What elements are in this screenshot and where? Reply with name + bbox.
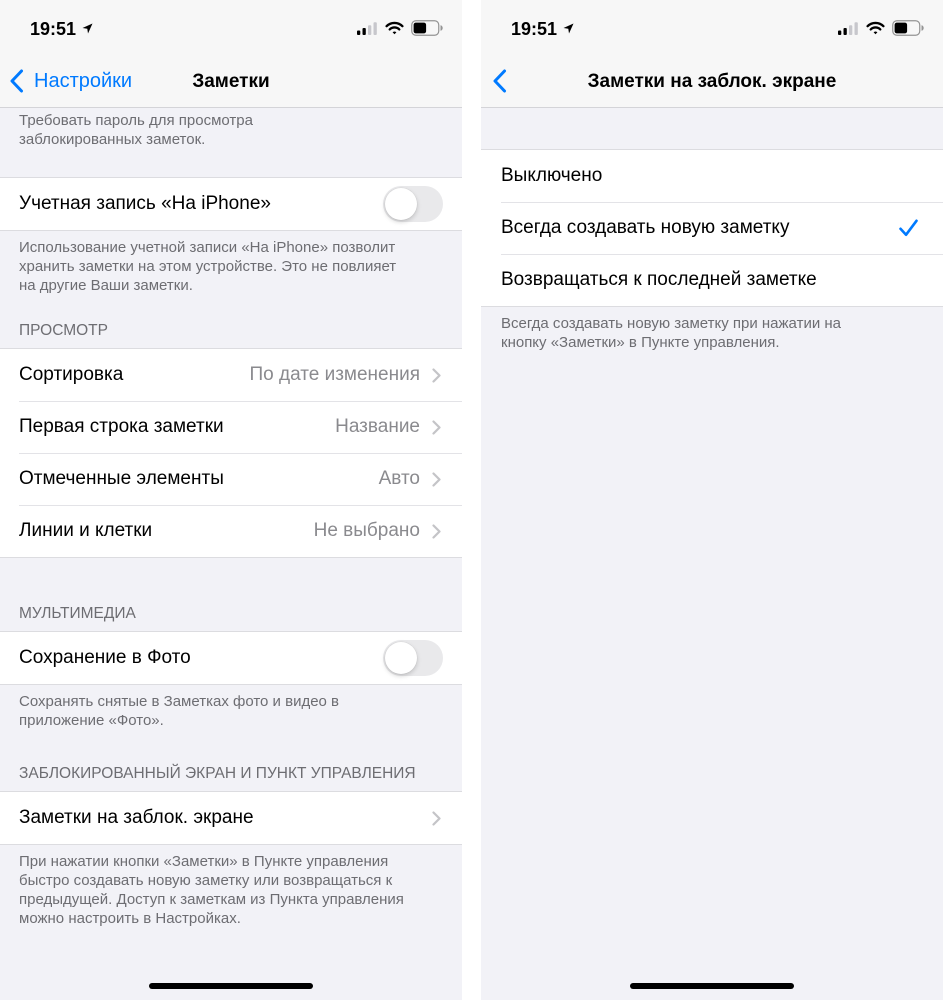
sort-row[interactable]: Сортировка По дате изменения <box>0 349 462 401</box>
sort-label: Сортировка <box>19 364 124 385</box>
status-time: 19:51 <box>511 19 558 39</box>
account-group: Учетная запись «На iPhone» <box>0 178 462 230</box>
checkmark-icon <box>899 219 918 237</box>
signal-icon <box>838 22 858 35</box>
media-group: Сохранение в Фото <box>0 632 462 684</box>
option-always-new-row[interactable]: Всегда создавать новую заметку <box>481 202 943 254</box>
options-footer-note: Всегда создавать новую заметку при нажат… <box>501 315 841 351</box>
chevron-left-icon <box>10 69 23 93</box>
signal-icon <box>357 22 377 35</box>
wifi-icon <box>385 21 404 35</box>
sort-value: По дате изменения <box>249 364 420 385</box>
checked-items-row[interactable]: Отмеченные элементы Авто <box>0 453 462 505</box>
option-resume-last-row[interactable]: Возвращаться к последней заметке <box>481 254 943 306</box>
save-to-photos-row: Сохранение в Фото <box>0 632 462 684</box>
lock-screen-footer-note: При нажатии кнопки «Заметки» в Пункте уп… <box>19 853 404 927</box>
nav-bar: Настройки Заметки <box>0 55 462 108</box>
battery-icon <box>411 20 443 36</box>
first-line-value: Название <box>335 416 420 437</box>
page-title: Заметки на заблок. экране <box>587 71 837 92</box>
first-line-label: Первая строка заметки <box>19 416 224 437</box>
lock-screen-notes-label: Заметки на заблок. экране <box>19 807 254 828</box>
status-bar: 19:51 <box>481 0 943 55</box>
status-time: 19:51 <box>30 19 77 39</box>
notes-settings-screen: 19:51 Настройки Заметки Требовать пароль… <box>0 0 462 1000</box>
lock-screen-notes-row[interactable]: Заметки на заблок. экране <box>0 792 462 844</box>
media-section-header: МУЛЬТИМЕДИА <box>19 605 136 622</box>
location-icon <box>563 23 574 34</box>
location-icon <box>82 23 93 34</box>
chevron-right-icon <box>432 523 441 539</box>
battery-icon <box>892 20 924 36</box>
lock-screen-options-group: Выключено Всегда создавать новую заметку… <box>481 150 943 306</box>
first-line-row[interactable]: Первая строка заметки Название <box>0 401 462 453</box>
view-group: Сортировка По дате изменения Первая стро… <box>0 349 462 557</box>
chevron-right-icon <box>432 419 441 435</box>
home-indicator[interactable] <box>149 983 313 989</box>
view-section-header: ПРОСМОТР <box>19 322 108 339</box>
on-iphone-account-row: Учетная запись «На iPhone» <box>0 178 462 230</box>
nav-bar: Заметки на заблок. экране <box>481 55 943 108</box>
lines-grids-row[interactable]: Линии и клетки Не выбрано <box>0 505 462 557</box>
chevron-right-icon <box>432 471 441 487</box>
lines-grids-value: Не выбрано <box>313 520 420 541</box>
lock-screen-section-header: ЗАБЛОКИРОВАННЫЙ ЭКРАН И ПУНКТ УПРАВЛЕНИЯ <box>19 765 416 782</box>
option-resume-last-label: Возвращаться к последней заметке <box>501 269 817 290</box>
media-footer-note: Сохранять снятые в Заметках фото и видео… <box>19 693 340 729</box>
home-indicator[interactable] <box>630 983 794 989</box>
lines-grids-label: Линии и клетки <box>19 520 153 541</box>
toggle-knob <box>385 188 417 220</box>
option-off-row[interactable]: Выключено <box>481 150 943 202</box>
chevron-left-icon <box>493 69 506 93</box>
options-list: Выключено Всегда создавать новую заметку… <box>481 108 943 352</box>
option-off-label: Выключено <box>501 165 603 186</box>
chevron-right-icon <box>432 810 441 826</box>
save-to-photos-label: Сохранение в Фото <box>19 647 191 668</box>
lock-screen-group: Заметки на заблок. экране <box>0 792 462 844</box>
password-footer-note: Требовать пароль для просмотра заблокиро… <box>19 112 253 148</box>
back-button[interactable] <box>492 55 507 107</box>
status-bar: 19:51 <box>0 0 462 55</box>
option-always-new-label: Всегда создавать новую заметку <box>501 217 790 238</box>
checked-items-value: Авто <box>378 468 420 489</box>
on-iphone-account-label: Учетная запись «На iPhone» <box>19 193 271 214</box>
page-title: Заметки <box>192 71 270 92</box>
chevron-right-icon <box>432 367 441 383</box>
lock-screen-notes-screen: 19:51 Заметки на заблок. экране Выключен… <box>481 0 943 1000</box>
toggle-knob <box>385 642 417 674</box>
wifi-icon <box>866 21 885 35</box>
on-iphone-account-toggle[interactable] <box>383 186 443 222</box>
account-footer-note: Использование учетной записи «На iPhone»… <box>19 239 397 294</box>
settings-list: Требовать пароль для просмотра заблокиро… <box>0 108 462 928</box>
checked-items-label: Отмеченные элементы <box>19 468 224 489</box>
save-to-photos-toggle[interactable] <box>383 640 443 676</box>
